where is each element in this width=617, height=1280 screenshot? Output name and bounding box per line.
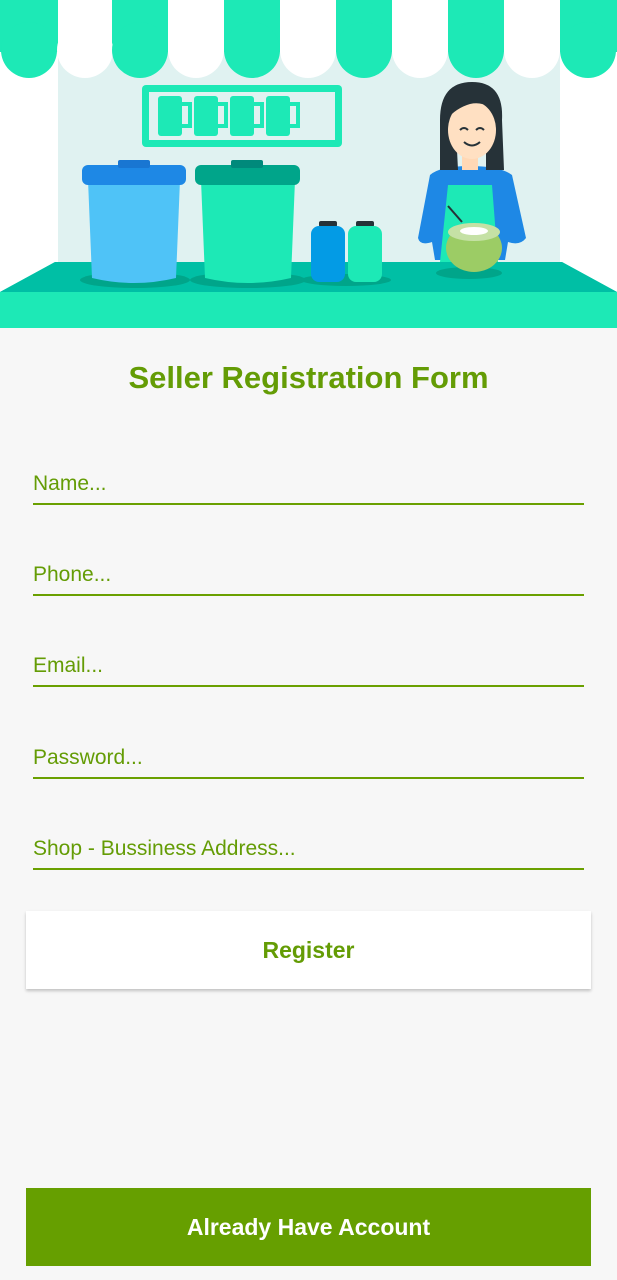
email-input[interactable] <box>33 647 584 685</box>
phone-input[interactable] <box>33 556 584 594</box>
seller-stall-illustration <box>0 0 617 328</box>
form-title: Seller Registration Form <box>128 360 489 395</box>
password-input[interactable] <box>33 739 584 777</box>
blue-bin-icon <box>82 160 186 283</box>
seller-registration-screen: Seller Registration Form Register Alread… <box>0 0 617 1280</box>
name-field-container <box>33 465 584 505</box>
name-input[interactable] <box>33 465 584 503</box>
password-field-container <box>33 739 584 779</box>
already-have-account-button[interactable]: Already Have Account <box>26 1188 591 1266</box>
phone-field-container <box>33 556 584 596</box>
register-button[interactable]: Register <box>26 911 591 989</box>
awning-icon <box>0 0 617 78</box>
cup-shelf-icon <box>142 85 342 147</box>
address-field-container <box>33 830 584 870</box>
green-bin-icon <box>195 160 300 283</box>
email-field-container <box>33 647 584 687</box>
shop-address-input[interactable] <box>33 830 584 868</box>
